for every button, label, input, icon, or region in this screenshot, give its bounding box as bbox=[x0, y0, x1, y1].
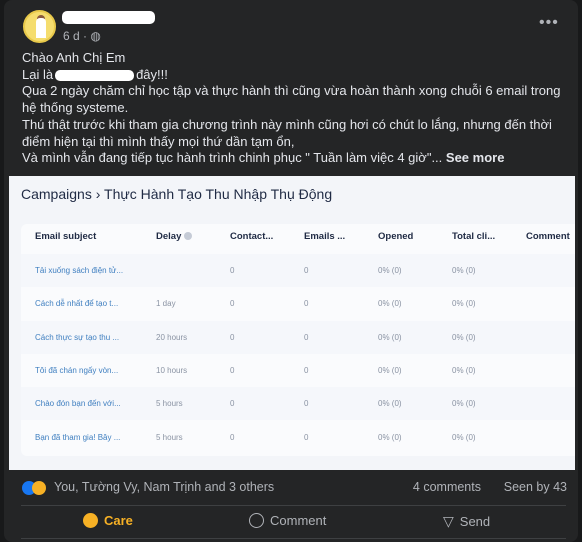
comment-button[interactable]: Comment bbox=[249, 513, 326, 528]
comment-icon bbox=[249, 513, 264, 528]
table-cell: 0 bbox=[230, 266, 235, 275]
email-subject-link[interactable]: Cách dễ nhất để tạo t... bbox=[35, 299, 118, 308]
reactions-summary[interactable]: You, Tường Vy, Nam Trịnh and 3 others bbox=[54, 480, 274, 494]
attached-screenshot[interactable]: Campaigns › Thực Hành Tạo Thu Nhập Thụ Đ… bbox=[9, 176, 575, 470]
table-cell: 0% (0) bbox=[378, 332, 402, 342]
mention-redacted[interactable] bbox=[55, 69, 135, 81]
table-cell: 1 day bbox=[156, 299, 176, 309]
post-timestamp[interactable]: 6 d · ◍ bbox=[63, 29, 101, 43]
table-cell: 0 bbox=[304, 432, 309, 442]
table-row[interactable]: Tôi đã chán ngấy vòn... 10 hours 0 0 0% (0) 0… bbox=[21, 354, 575, 387]
globe-icon: ◍ bbox=[90, 29, 101, 43]
table-cell: 0% (0) bbox=[452, 399, 476, 409]
post-text: Chào Anh Chị Em Lại là đây!!! Qua 2 ngày … bbox=[22, 50, 561, 166]
comments-count[interactable]: 4 comments bbox=[413, 480, 481, 494]
table-cell: 0% (0) bbox=[452, 332, 476, 342]
table-cell: 0% (0) bbox=[378, 299, 402, 309]
table-cell: 0 bbox=[304, 399, 309, 409]
see-more-link[interactable]: See more bbox=[446, 150, 505, 165]
care-icon bbox=[32, 481, 46, 495]
care-icon bbox=[83, 513, 98, 528]
table-cell: 10 hours bbox=[156, 365, 188, 375]
table-cell: 0 bbox=[304, 365, 309, 375]
breadcrumb: Campaigns › Thực Hành Tạo Thu Nhập Thụ Đ… bbox=[21, 186, 333, 202]
seen-by[interactable]: Seen by 43 bbox=[504, 480, 567, 494]
table-cell: 0% (0) bbox=[452, 432, 476, 442]
table-cell: 0% (0) bbox=[452, 299, 476, 309]
table-cell: 0% (0) bbox=[378, 432, 402, 442]
avatar[interactable] bbox=[23, 10, 56, 43]
table-cell: 0 bbox=[304, 299, 309, 309]
email-subject-link[interactable]: Cách thực sự tạo thu ... bbox=[35, 333, 119, 342]
table-cell: 0% (0) bbox=[378, 399, 402, 409]
table-cell: 0 bbox=[304, 332, 309, 342]
post-stats: You, Tường Vy, Nam Trịnh and 3 others 4 … bbox=[22, 480, 567, 498]
send-button[interactable]: ▽ Send bbox=[443, 513, 490, 530]
table-cell: 0% (0) bbox=[378, 266, 402, 275]
email-table: Email subject Delay Contact... Emails ..… bbox=[21, 224, 575, 456]
care-button[interactable]: Care bbox=[83, 513, 133, 528]
more-icon[interactable]: ••• bbox=[539, 14, 559, 32]
table-cell: 0% (0) bbox=[452, 365, 476, 375]
email-subject-link[interactable]: Chào đón bạn đến với... bbox=[35, 399, 121, 408]
post-card: 6 d · ◍ ••• Chào Anh Chị Em Lại là đây!!!… bbox=[4, 0, 578, 542]
table-row[interactable]: Cách thực sự tạo thu ... 20 hours 0 0 0% (0)… bbox=[21, 320, 575, 354]
table-row[interactable]: Tải xuống sách điện tử... 0 0 0% (0) 0% (0) bbox=[21, 254, 575, 287]
table-cell: 0 bbox=[230, 332, 235, 342]
divider bbox=[21, 505, 566, 506]
table-row[interactable]: Cách dễ nhất để tạo t... 1 day 0 0 0% (0) 0% … bbox=[21, 287, 575, 320]
table-cell: 0 bbox=[304, 266, 309, 275]
table-cell: 0 bbox=[230, 365, 235, 375]
table-cell: 20 hours bbox=[156, 332, 188, 342]
email-subject-link[interactable]: Tôi đã chán ngấy vòn... bbox=[35, 366, 118, 375]
table-row[interactable]: Chào đón bạn đến với... 5 hours 0 0 0% (0) 0%… bbox=[21, 387, 575, 421]
table-cell: 0 bbox=[230, 299, 235, 309]
table-cell: 5 hours bbox=[156, 432, 183, 442]
divider bbox=[21, 538, 566, 539]
table-cell: 5 hours bbox=[156, 399, 183, 409]
email-subject-link[interactable]: Tải xuống sách điện tử... bbox=[35, 266, 123, 275]
send-icon: ▽ bbox=[443, 513, 454, 529]
table-header: Email subject Delay Contact... Emails ..… bbox=[35, 231, 570, 242]
table-cell: 0% (0) bbox=[452, 266, 476, 275]
table-cell: 0% (0) bbox=[378, 365, 402, 375]
author-name-redacted[interactable] bbox=[62, 11, 155, 24]
table-row[interactable]: Bạn đã tham gia! Bây ... 5 hours 0 0 0% (0) 0… bbox=[21, 421, 575, 454]
email-subject-link[interactable]: Bạn đã tham gia! Bây ... bbox=[35, 433, 120, 442]
table-cell: 0 bbox=[230, 399, 235, 409]
info-icon bbox=[184, 232, 192, 241]
table-cell: 0 bbox=[230, 432, 235, 442]
